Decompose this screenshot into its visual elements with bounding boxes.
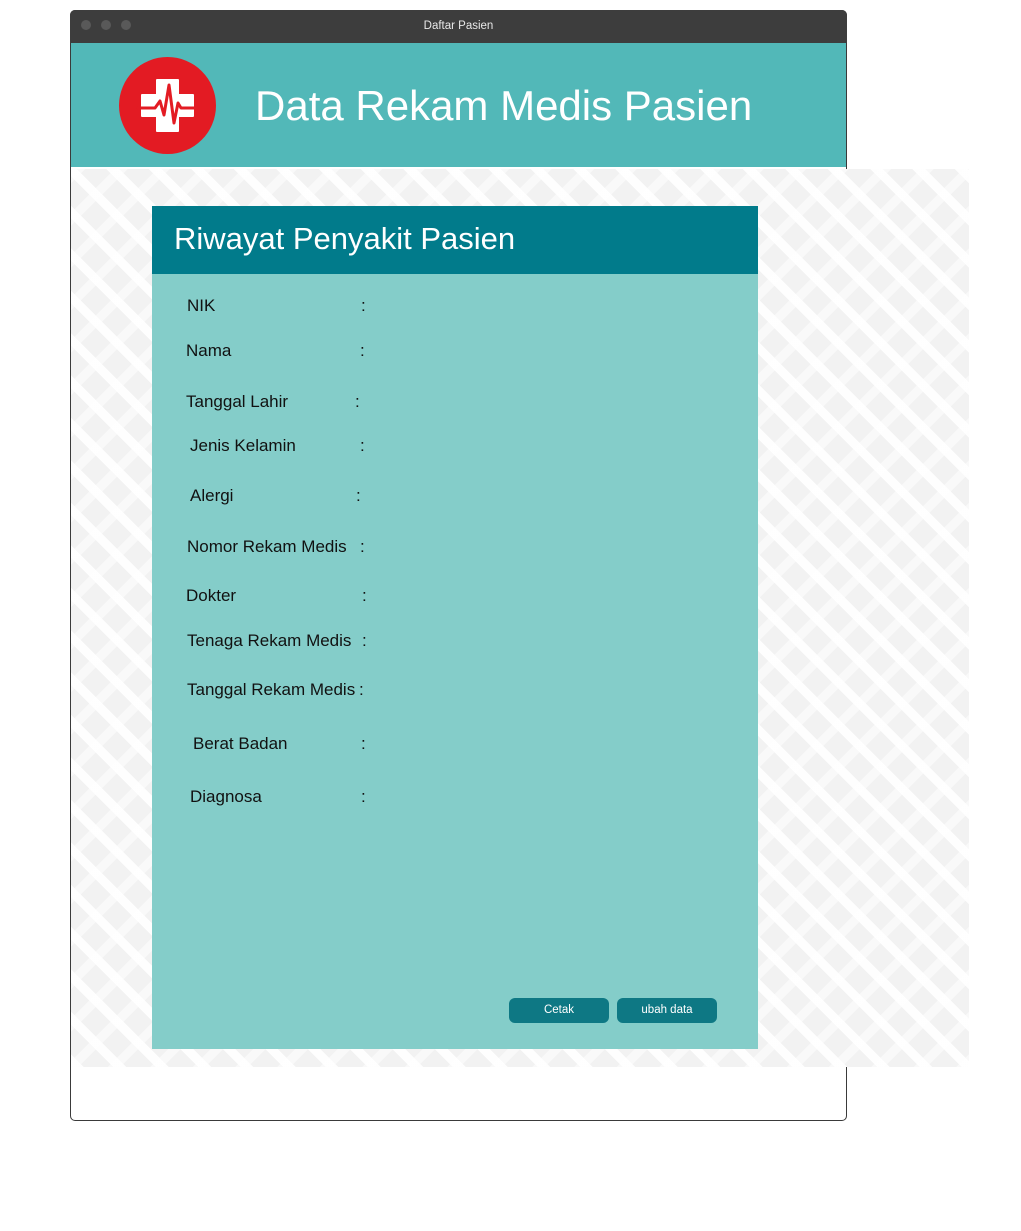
patient-history-panel [152,206,758,1049]
field-colon: : [362,586,367,605]
field-colon: : [360,341,365,360]
field-label-nomor-rekam-medis: Nomor Rekam Medis [187,537,347,556]
field-label-alergi: Alergi [190,486,234,505]
field-colon: : [361,787,366,806]
field-label-tanggal-lahir: Tanggal Lahir [186,392,289,411]
page-title: Data Rekam Medis Pasien [255,82,753,129]
field-colon: : [361,734,366,753]
medical-cross-heartbeat-icon [119,57,216,154]
field-label-tanggal-rekam-medis: Tanggal Rekam Medis [187,680,356,699]
print-button[interactable]: Cetak [509,998,609,1023]
field-colon: : [360,537,365,556]
panel-title: Riwayat Penyakit Pasien [174,221,516,256]
field-colon: : [356,486,361,505]
field-label-nama: Nama [186,341,232,360]
field-colon: : [359,680,364,699]
field-colon: : [362,631,367,650]
edit-data-button[interactable]: ubah data [617,998,717,1023]
field-colon: : [355,392,360,411]
field-label-berat-badan: Berat Badan [193,734,288,753]
field-label-dokter: Dokter [186,586,237,605]
field-label-jenis-kelamin: Jenis Kelamin [190,436,296,455]
field-label-diagnosa: Diagnosa [190,787,262,806]
window-title: Daftar Pasien [423,20,494,32]
field-colon: : [360,436,365,455]
field-label-tenaga-rekam-medis: Tenaga Rekam Medis [187,631,352,650]
field-colon: : [361,296,366,315]
field-label-nik: NIK [187,296,216,315]
